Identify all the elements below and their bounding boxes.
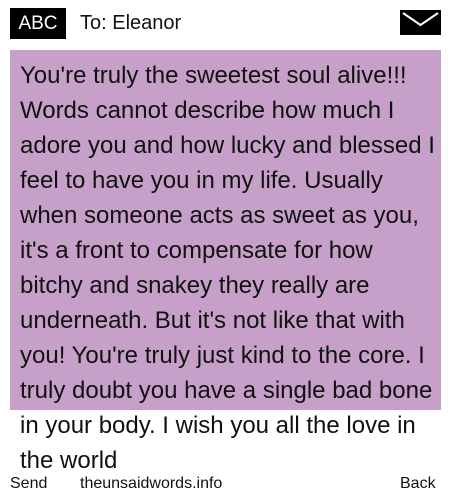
back-softkey[interactable]: Back bbox=[400, 474, 436, 494]
site-watermark: theunsaidwords.info bbox=[80, 475, 223, 492]
input-mode-badge[interactable]: ABC bbox=[10, 8, 66, 39]
message-body[interactable]: You're truly the sweetest soul alive!!! … bbox=[20, 58, 435, 478]
envelope-icon bbox=[400, 10, 441, 35]
recipient-label: To: Eleanor bbox=[80, 12, 182, 34]
send-softkey[interactable]: Send bbox=[10, 474, 47, 494]
message-header: ABC To: Eleanor bbox=[0, 0, 450, 48]
